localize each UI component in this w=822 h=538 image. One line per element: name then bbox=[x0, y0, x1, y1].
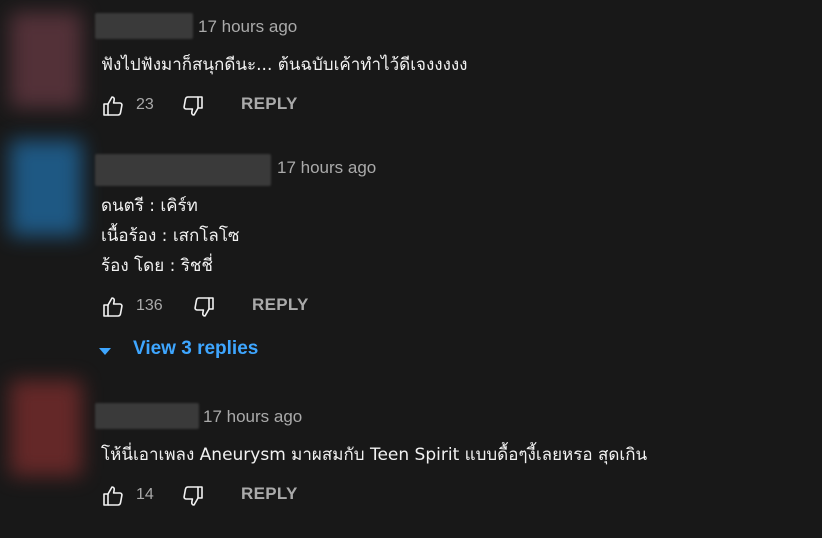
author-name[interactable] bbox=[95, 154, 271, 186]
comment-text-line: ดนตรี : เคิร์ท bbox=[101, 196, 198, 216]
thumbs-up-icon[interactable] bbox=[101, 295, 125, 319]
view-replies-label: View 3 replies bbox=[133, 338, 259, 359]
avatar[interactable] bbox=[10, 12, 82, 108]
author-name[interactable] bbox=[95, 13, 193, 39]
comment-text-line: เนื้อร้อง : เสกโลโซ bbox=[101, 226, 240, 246]
reply-button[interactable]: REPLY bbox=[241, 94, 298, 114]
like-count: 14 bbox=[136, 486, 154, 503]
reply-button[interactable]: REPLY bbox=[252, 295, 309, 315]
like-count: 23 bbox=[136, 96, 154, 113]
like-count: 136 bbox=[136, 297, 163, 314]
thumbs-down-icon[interactable] bbox=[192, 295, 216, 319]
thumbs-down-icon[interactable] bbox=[181, 484, 205, 508]
timestamp[interactable]: 17 hours ago bbox=[203, 407, 302, 427]
avatar[interactable] bbox=[10, 380, 82, 476]
author-name[interactable] bbox=[95, 403, 199, 429]
avatar[interactable] bbox=[10, 140, 82, 236]
comment-text: โห้นี่เอาเพลง Aneurysm มาผสมกับ Teen Spi… bbox=[101, 445, 648, 465]
timestamp[interactable]: 17 hours ago bbox=[277, 158, 376, 178]
thumbs-up-icon[interactable] bbox=[101, 94, 125, 118]
thumbs-up-icon[interactable] bbox=[101, 484, 125, 508]
thumbs-down-icon[interactable] bbox=[181, 94, 205, 118]
comment-text-line: ร้อง โดย : ริชชี่ bbox=[101, 256, 213, 276]
caret-down-icon bbox=[99, 348, 111, 355]
timestamp[interactable]: 17 hours ago bbox=[198, 17, 297, 37]
reply-button[interactable]: REPLY bbox=[241, 484, 298, 504]
comment-text: ฟังไปฟังมาก็สนุกดีนะ... ต้นฉบับเค้าทำไว้… bbox=[101, 55, 468, 75]
